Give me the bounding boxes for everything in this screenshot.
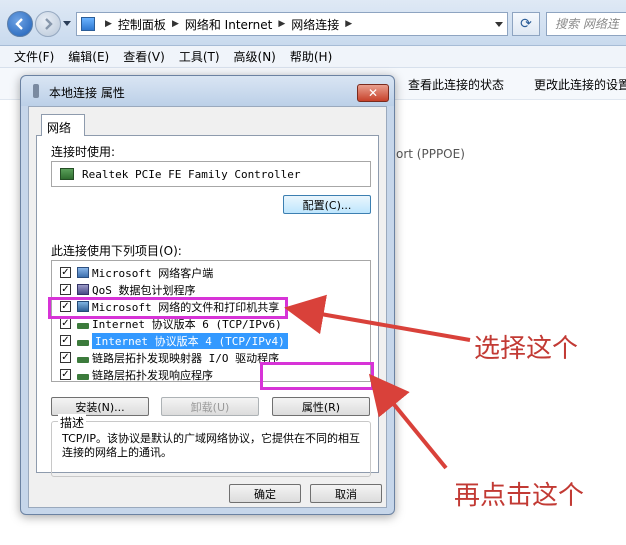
annotation-click-this: 再点击这个 <box>454 481 585 511</box>
annotation-arrows <box>284 294 471 470</box>
annotation-select-this: 选择这个 <box>474 334 579 364</box>
tab-network[interactable]: 网络 <box>41 114 85 136</box>
arrow-to-ipv4 <box>284 294 471 342</box>
arrow-to-properties <box>368 373 448 470</box>
